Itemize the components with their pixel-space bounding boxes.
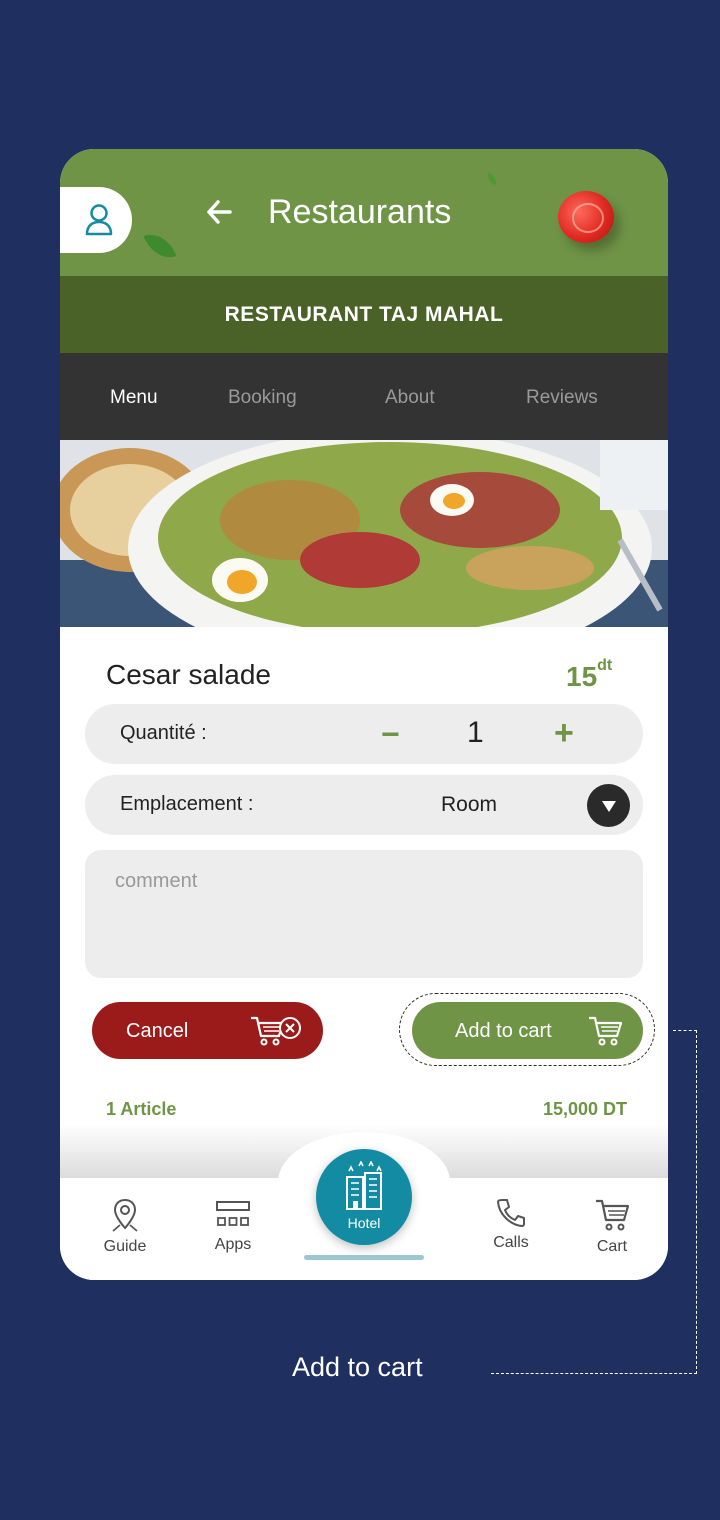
price-value: 15 — [566, 661, 598, 692]
top-bar: Restaurants — [60, 149, 668, 277]
profile-button[interactable] — [60, 187, 132, 253]
cart-icon — [596, 1199, 630, 1231]
quantity-label: Quantité : — [120, 722, 207, 744]
cancel-button[interactable]: Cancel — [92, 1002, 323, 1059]
user-icon — [85, 204, 113, 236]
hotel-label: Hotel — [347, 1215, 381, 1231]
phone-screen: Restaurants RESTAURANT TAJ MAHAL Menu Bo… — [60, 149, 668, 1280]
nav-cart[interactable]: Cart — [577, 1198, 647, 1256]
hotel-button[interactable]: Hotel — [316, 1149, 412, 1245]
restaurant-banner: RESTAURANT TAJ MAHAL — [60, 276, 668, 353]
nav-apps[interactable]: Apps — [198, 1200, 268, 1254]
cart-remove-icon — [251, 1016, 301, 1046]
leaf-decoration — [143, 227, 177, 265]
callout-line-vertical — [696, 1030, 697, 1374]
nav-calls[interactable]: Calls — [476, 1198, 546, 1252]
dish-photo — [60, 440, 668, 627]
article-count: 1 Article — [106, 1099, 177, 1119]
nav-calls-label: Calls — [493, 1234, 529, 1251]
tomato-decoration — [558, 191, 614, 243]
tab-about[interactable]: About — [385, 387, 435, 409]
callout-line-bottom — [491, 1373, 697, 1374]
nav-guide[interactable]: Guide — [90, 1198, 160, 1256]
nav-apps-label: Apps — [214, 1236, 252, 1253]
map-pin-icon — [112, 1198, 138, 1232]
phone-icon — [497, 1199, 525, 1227]
salad-illustration — [60, 440, 668, 627]
placement-select[interactable]: Emplacement : Room — [85, 775, 643, 835]
apps-grid-icon — [216, 1201, 250, 1226]
quantity-value: 1 — [467, 716, 484, 749]
dish-name: Cesar salade — [106, 659, 271, 690]
order-total: 15,000 DT — [542, 1099, 627, 1119]
back-arrow-icon[interactable] — [206, 199, 232, 225]
nav-cart-label: Cart — [596, 1238, 628, 1255]
dish-price: 15dt — [566, 657, 612, 693]
restaurant-name: RESTAURANT TAJ MAHAL — [224, 302, 504, 326]
tab-bar: Menu Booking About Reviews — [60, 353, 668, 440]
tab-menu[interactable]: Menu — [110, 387, 158, 409]
hotel-building-icon — [346, 1161, 382, 1210]
placement-label: Emplacement : — [120, 793, 254, 815]
page-title: Restaurants — [268, 193, 452, 231]
decrement-button[interactable]: − — [381, 716, 400, 753]
tab-reviews[interactable]: Reviews — [526, 387, 598, 409]
nav-guide-label: Guide — [103, 1238, 147, 1255]
price-unit: dt — [597, 656, 613, 674]
increment-button[interactable]: + — [554, 714, 574, 753]
placement-value: Room — [441, 793, 498, 816]
leaf-decoration-small — [488, 173, 496, 185]
comment-field[interactable] — [85, 850, 643, 978]
quantity-stepper: Quantité : − 1 + — [85, 704, 643, 764]
caret-down-icon — [601, 800, 616, 812]
callout-label: Add to cart — [292, 1352, 423, 1382]
cancel-label: Cancel — [126, 1020, 189, 1042]
callout-line-top — [673, 1030, 697, 1031]
active-indicator — [304, 1255, 424, 1260]
tab-booking[interactable]: Booking — [228, 387, 297, 409]
highlight-ring — [399, 993, 655, 1066]
dropdown-button[interactable] — [587, 784, 630, 827]
